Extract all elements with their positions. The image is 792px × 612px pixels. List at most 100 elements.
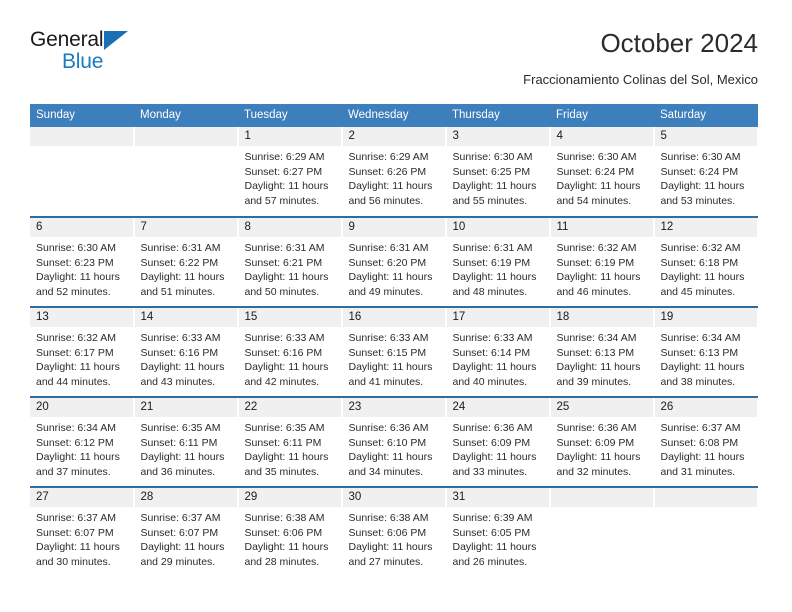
sunrise-text: Sunrise: 6:30 AM: [660, 151, 741, 163]
daylight-text: Daylight: 11 hours and 56 minutes.: [348, 180, 433, 207]
daylight-text: Daylight: 11 hours and 36 minutes.: [140, 451, 225, 478]
daylight-text: Daylight: 11 hours and 43 minutes.: [140, 361, 225, 388]
day-details: Sunrise: 6:38 AM Sunset: 6:06 PM Daylight:…: [343, 507, 446, 569]
day-details: Sunrise: 6:33 AM Sunset: 6:14 PM Daylight:…: [447, 327, 550, 389]
day-number: 3: [446, 127, 550, 146]
calendar-week-row: 6 Sunrise: 6:30 AM Sunset: 6:23 PM Daylight…: [30, 216, 759, 307]
sunrise-text: Sunrise: 6:36 AM: [348, 422, 429, 434]
day-number: 7: [134, 218, 238, 237]
day-number: 18: [550, 308, 654, 327]
calendar-day-cell[interactable]: 27 Sunrise: 6:37 AM Sunset: 6:07 PM Dayligh…: [30, 486, 135, 577]
calendar-week-row: 27 Sunrise: 6:37 AM Sunset: 6:07 PM Dayligh…: [30, 486, 758, 577]
calendar-day-cell-empty: [550, 486, 655, 577]
sunset-text: Sunset: 6:13 PM: [660, 346, 739, 359]
logo-text-general: General: [30, 28, 104, 51]
day-number: 13: [30, 308, 134, 327]
day-number: 27: [30, 488, 134, 507]
daylight-text: Daylight: 11 hours and 46 minutes.: [556, 271, 641, 298]
weekday-header-saturday: Saturday: [654, 104, 758, 127]
daylight-text: Daylight: 11 hours and 35 minutes.: [244, 451, 329, 478]
calendar-table: Sunday Monday Tuesday Wednesday Thursday…: [30, 104, 758, 577]
day-number: 5: [654, 127, 758, 146]
page-subtitle: Fraccionamiento Colinas del Sol, Mexico: [523, 72, 758, 87]
calendar-day-cell[interactable]: 7 Sunrise: 6:31 AM Sunset: 6:22 PM Daylight…: [134, 216, 239, 307]
sunset-text: Sunset: 6:22 PM: [140, 256, 219, 269]
calendar-day-cell[interactable]: 10 Sunrise: 6:31 AM Sunset: 6:19 PM Dayligh…: [446, 216, 551, 307]
calendar-day-cell[interactable]: 28 Sunrise: 6:37 AM Sunset: 6:07 PM Dayligh…: [134, 486, 239, 577]
calendar-day-cell[interactable]: 18 Sunrise: 6:34 AM Sunset: 6:13 PM Dayligh…: [550, 306, 655, 397]
sunrise-text: Sunrise: 6:38 AM: [348, 512, 429, 524]
daylight-text: Daylight: 11 hours and 54 minutes.: [556, 180, 641, 207]
daylight-text: Daylight: 11 hours and 44 minutes.: [36, 361, 120, 388]
calendar-week-row: 20 Sunrise: 6:34 AM Sunset: 6:12 PM Dayligh…: [30, 396, 758, 487]
calendar-day-cell[interactable]: 24 Sunrise: 6:36 AM Sunset: 6:09 PM Dayligh…: [446, 396, 551, 487]
weekday-header-sunday: Sunday: [30, 104, 134, 127]
calendar-day-cell[interactable]: 2 Sunrise: 6:29 AM Sunset: 6:26 PM Daylight…: [342, 127, 447, 217]
day-number: 21: [134, 398, 238, 417]
sunrise-text: Sunrise: 6:29 AM: [244, 151, 325, 163]
day-details: Sunrise: 6:36 AM Sunset: 6:09 PM Daylight:…: [447, 417, 550, 479]
day-number: 4: [550, 127, 654, 146]
day-number: [550, 488, 654, 507]
weekday-header-wednesday: Wednesday: [342, 104, 446, 127]
calendar-day-cell[interactable]: 22 Sunrise: 6:35 AM Sunset: 6:11 PM Dayligh…: [238, 396, 343, 487]
calendar-day-cell[interactable]: 3 Sunrise: 6:30 AM Sunset: 6:25 PM Daylight…: [446, 127, 551, 217]
calendar-day-cell[interactable]: 16 Sunrise: 6:33 AM Sunset: 6:15 PM Dayligh…: [342, 306, 447, 397]
calendar-day-cell[interactable]: 14 Sunrise: 6:33 AM Sunset: 6:16 PM Dayligh…: [134, 306, 239, 397]
sunset-text: Sunset: 6:23 PM: [36, 256, 114, 269]
calendar-day-cell[interactable]: 30 Sunrise: 6:38 AM Sunset: 6:06 PM Dayligh…: [342, 486, 447, 577]
sunrise-text: Sunrise: 6:33 AM: [244, 332, 325, 344]
daylight-text: Daylight: 11 hours and 28 minutes.: [244, 541, 329, 568]
calendar-day-cell[interactable]: 15 Sunrise: 6:33 AM Sunset: 6:16 PM Dayligh…: [238, 306, 343, 397]
calendar-day-cell[interactable]: 29 Sunrise: 6:38 AM Sunset: 6:06 PM Dayligh…: [238, 486, 343, 577]
sunrise-text: Sunrise: 6:36 AM: [452, 422, 533, 434]
page-header: General Blue October 2024 Fraccionamient…: [30, 26, 758, 98]
calendar-day-cell[interactable]: 1 Sunrise: 6:29 AM Sunset: 6:27 PM Daylight…: [238, 127, 343, 217]
daylight-text: Daylight: 11 hours and 38 minutes.: [660, 361, 745, 388]
calendar-day-cell[interactable]: 31 Sunrise: 6:39 AM Sunset: 6:05 PM Dayligh…: [446, 486, 551, 577]
calendar-day-cell[interactable]: 12 Sunrise: 6:32 AM Sunset: 6:18 PM Dayligh…: [654, 216, 759, 307]
day-details: Sunrise: 6:35 AM Sunset: 6:11 PM Daylight:…: [239, 417, 342, 479]
sunset-text: Sunset: 6:16 PM: [244, 346, 323, 359]
sunset-text: Sunset: 6:25 PM: [452, 165, 531, 178]
sunset-text: Sunset: 6:08 PM: [660, 436, 739, 449]
calendar-day-cell[interactable]: 26 Sunrise: 6:37 AM Sunset: 6:08 PM Dayligh…: [654, 396, 758, 487]
daylight-text: Daylight: 11 hours and 40 minutes.: [452, 361, 537, 388]
calendar-day-cell[interactable]: 17 Sunrise: 6:33 AM Sunset: 6:14 PM Dayligh…: [446, 306, 551, 397]
daylight-text: Daylight: 11 hours and 42 minutes.: [244, 361, 329, 388]
day-number: 16: [342, 308, 446, 327]
calendar-day-cell[interactable]: 23 Sunrise: 6:36 AM Sunset: 6:10 PM Dayligh…: [342, 396, 447, 487]
weekday-header-friday: Friday: [550, 104, 654, 127]
calendar-day-cell[interactable]: 6 Sunrise: 6:30 AM Sunset: 6:23 PM Daylight…: [30, 216, 135, 307]
day-details: Sunrise: 6:35 AM Sunset: 6:11 PM Daylight:…: [135, 417, 238, 479]
day-details: Sunrise: 6:32 AM Sunset: 6:18 PM Daylight:…: [655, 237, 759, 299]
page-title: October 2024: [600, 28, 758, 58]
calendar-day-cell[interactable]: 20 Sunrise: 6:34 AM Sunset: 6:12 PM Dayligh…: [30, 396, 135, 487]
sunrise-text: Sunrise: 6:36 AM: [556, 422, 637, 434]
calendar-day-cell[interactable]: 13 Sunrise: 6:32 AM Sunset: 6:17 PM Dayligh…: [30, 306, 135, 397]
calendar-day-cell[interactable]: 19 Sunrise: 6:34 AM Sunset: 6:13 PM Dayligh…: [654, 306, 758, 397]
sunset-text: Sunset: 6:17 PM: [36, 346, 114, 359]
calendar-day-cell[interactable]: 11 Sunrise: 6:32 AM Sunset: 6:19 PM Dayligh…: [550, 216, 655, 307]
calendar-day-cell[interactable]: 8 Sunrise: 6:31 AM Sunset: 6:21 PM Daylight…: [238, 216, 343, 307]
sunrise-text: Sunrise: 6:37 AM: [36, 512, 116, 524]
day-number: 9: [342, 218, 446, 237]
calendar-day-cell[interactable]: 4 Sunrise: 6:30 AM Sunset: 6:24 PM Daylight…: [550, 127, 655, 217]
calendar-day-cell[interactable]: 25 Sunrise: 6:36 AM Sunset: 6:09 PM Dayligh…: [550, 396, 655, 487]
calendar-week-row: 13 Sunrise: 6:32 AM Sunset: 6:17 PM Dayligh…: [30, 306, 758, 397]
calendar-day-cell[interactable]: 5 Sunrise: 6:30 AM Sunset: 6:24 PM Daylight…: [654, 127, 758, 217]
day-details: Sunrise: 6:32 AM Sunset: 6:19 PM Daylight:…: [551, 237, 654, 299]
day-details: Sunrise: 6:30 AM Sunset: 6:25 PM Daylight:…: [447, 146, 550, 208]
calendar-day-cell[interactable]: 21 Sunrise: 6:35 AM Sunset: 6:11 PM Dayligh…: [134, 396, 239, 487]
sunset-text: Sunset: 6:09 PM: [556, 436, 635, 449]
sunset-text: Sunset: 6:09 PM: [452, 436, 531, 449]
sunset-text: Sunset: 6:18 PM: [660, 256, 739, 269]
day-number: 24: [446, 398, 550, 417]
day-details: Sunrise: 6:36 AM Sunset: 6:09 PM Daylight:…: [551, 417, 654, 479]
sunrise-text: Sunrise: 6:33 AM: [348, 332, 429, 344]
day-number: 17: [446, 308, 550, 327]
sunrise-text: Sunrise: 6:29 AM: [348, 151, 429, 163]
sunset-text: Sunset: 6:14 PM: [452, 346, 531, 359]
sunset-text: Sunset: 6:10 PM: [348, 436, 427, 449]
calendar-day-cell[interactable]: 9 Sunrise: 6:31 AM Sunset: 6:20 PM Daylight…: [342, 216, 447, 307]
